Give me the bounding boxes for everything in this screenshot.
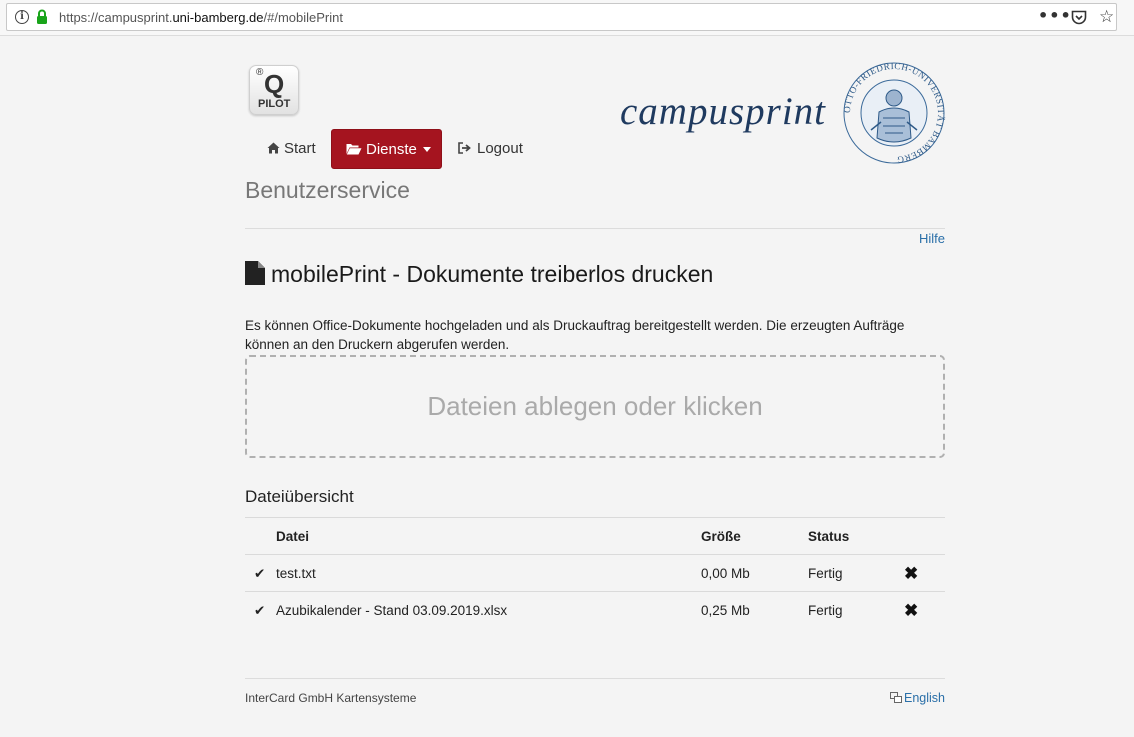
file-size: 0,25 Mb <box>701 603 750 618</box>
nav-dienste-dropdown[interactable]: Dienste <box>331 129 442 169</box>
qpilot-logo[interactable]: ® Q PILOT <box>249 65 299 115</box>
qpilot-reg-mark: ® <box>256 67 264 78</box>
language-label: English <box>904 691 945 705</box>
file-dropzone[interactable]: Dateien ablegen oder klicken <box>245 355 945 458</box>
page-title: mobilePrint - Dokumente treiberlos druck… <box>245 260 713 288</box>
delete-icon[interactable]: ✖ <box>904 555 918 592</box>
file-name: test.txt <box>276 566 316 581</box>
file-icon <box>245 261 265 285</box>
footer-divider <box>245 678 945 679</box>
language-icon <box>890 692 902 703</box>
delete-icon[interactable]: ✖ <box>904 592 918 629</box>
help-link[interactable]: Hilfe <box>919 231 945 247</box>
files-overview-title: Dateiübersicht <box>245 487 354 506</box>
footer-company: InterCard GmbH Kartensysteme <box>245 691 417 705</box>
header-size[interactable]: Größe <box>701 518 741 555</box>
caret-down-icon <box>422 147 431 152</box>
file-size: 0,00 Mb <box>701 566 750 581</box>
checkmark-icon: ✔ <box>254 603 266 618</box>
file-status: Fertig <box>808 566 843 581</box>
more-icon[interactable]: ••• <box>1038 7 1072 25</box>
nav-logout-label: Logout <box>477 140 523 157</box>
table-row: ✔ test.txt 0,00 Mb Fertig ✖ <box>245 554 945 591</box>
browser-toolbar: i https://campusprint.uni-bamberg.de/#/m… <box>0 0 1134 36</box>
info-icon[interactable]: i <box>15 10 29 24</box>
url-bar[interactable]: i https://campusprint.uni-bamberg.de/#/m… <box>6 3 1117 31</box>
section-title: Benutzerservice <box>245 177 410 203</box>
nav-dienste-label: Dienste <box>366 141 417 158</box>
table-row: ✔ Azubikalender - Stand 03.09.2019.xlsx … <box>245 591 945 628</box>
header-name[interactable]: Datei <box>276 518 309 555</box>
lock-icon[interactable] <box>36 9 48 25</box>
nav-start[interactable]: Start <box>267 129 316 169</box>
qpilot-q: Q <box>264 69 285 99</box>
language-switch-link[interactable]: English <box>890 690 945 706</box>
page-title-text: mobilePrint - Dokumente treiberlos druck… <box>271 261 714 287</box>
files-table: Datei Größe Status ✔ test.txt 0,00 Mb Fe… <box>245 517 945 628</box>
qpilot-pilot: PILOT <box>258 98 291 110</box>
header-status[interactable]: Status <box>808 518 849 555</box>
file-name: Azubikalender - Stand 03.09.2019.xlsx <box>276 603 508 618</box>
nav-start-label: Start <box>284 140 316 157</box>
logout-icon <box>458 142 471 154</box>
table-header: Datei Größe Status <box>245 517 945 554</box>
nav-logout[interactable]: Logout <box>458 129 523 169</box>
star-icon[interactable]: ☆ <box>1099 7 1114 27</box>
pocket-icon[interactable] <box>1071 10 1087 25</box>
campusprint-logo: campusprint <box>620 90 826 133</box>
file-status: Fertig <box>808 603 843 618</box>
home-icon <box>267 142 280 154</box>
intro-text: Es können Office-Dokumente hochgeladen u… <box>245 318 905 352</box>
main-nav: Start Dienste Logout <box>245 129 945 169</box>
divider <box>245 228 945 229</box>
checkmark-icon: ✔ <box>254 566 266 581</box>
url-text[interactable]: https://campusprint.uni-bamberg.de/#/mob… <box>59 10 343 26</box>
folder-open-icon <box>346 144 362 155</box>
